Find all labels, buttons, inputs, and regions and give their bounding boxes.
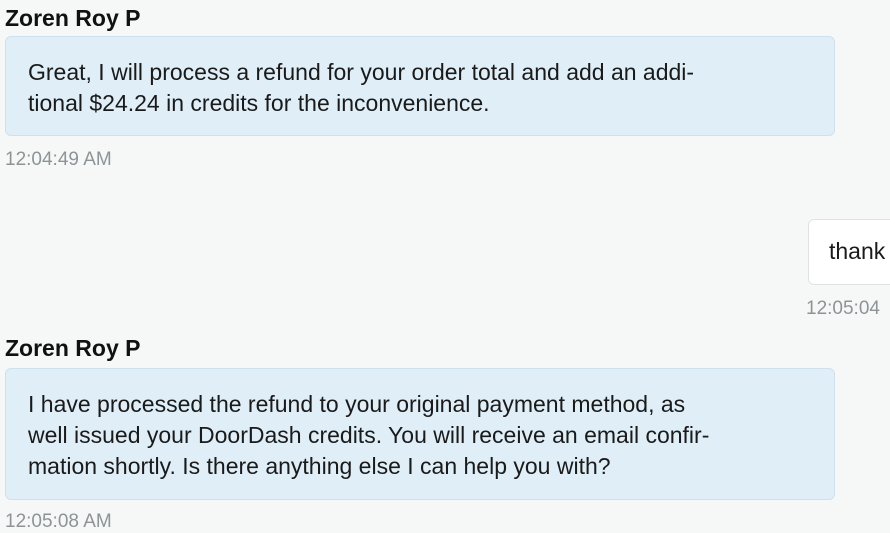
message-text: thank	[829, 238, 886, 264]
chat-transcript: Zoren Roy P Great, I will process a refu…	[0, 0, 890, 532]
user-message-bubble: thank	[808, 219, 890, 285]
sender-name: Zoren Roy P	[5, 5, 141, 31]
message-line: I have processed the refund to your orig…	[28, 391, 686, 417]
message-timestamp: 12:04:49 AM	[5, 149, 112, 170]
message-line: Great, I will process a refund for your …	[28, 59, 695, 85]
message-timestamp: 12:05:04	[806, 298, 880, 319]
message-timestamp: 12:05:08 AM	[5, 511, 112, 532]
agent-message-bubble: Great, I will process a refund for your …	[5, 36, 835, 136]
message-line: well issued your DoorDash credits. You w…	[28, 422, 710, 448]
message-line: tional $24.24 in credits for the inconve…	[28, 90, 490, 116]
message-line: mation shortly. Is there anything else I…	[28, 453, 611, 479]
agent-message-bubble: I have processed the refund to your orig…	[5, 368, 835, 500]
sender-name: Zoren Roy P	[5, 335, 141, 361]
